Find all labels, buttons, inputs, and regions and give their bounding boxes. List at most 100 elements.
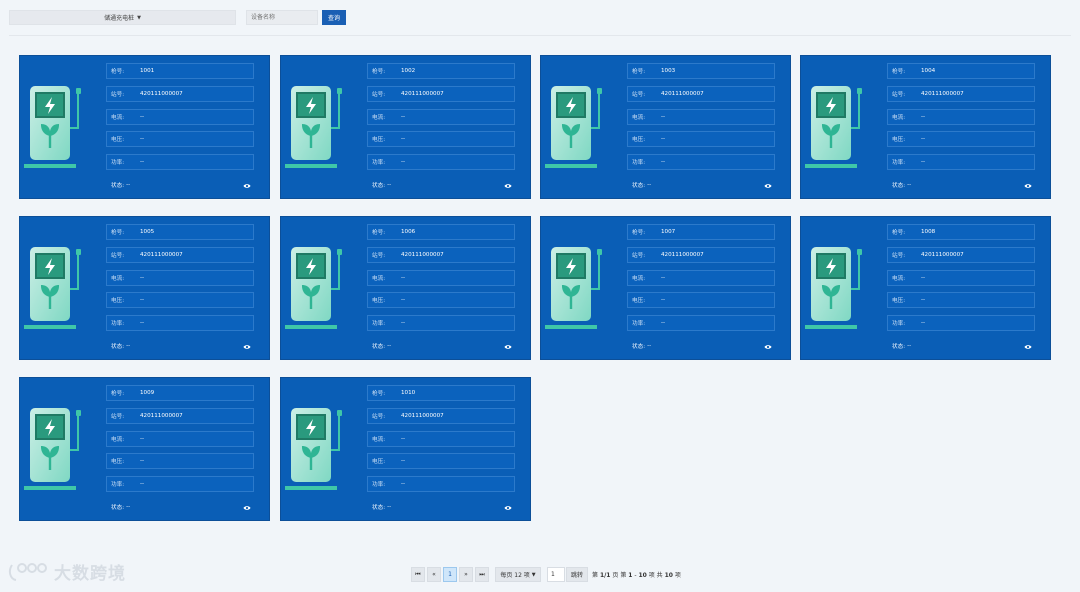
voltage-value: -- <box>140 136 145 143</box>
query-button[interactable]: 查询 <box>322 10 346 25</box>
jump-button[interactable]: 跳转 <box>566 567 588 582</box>
station-number-value: 420111000007 <box>401 412 444 419</box>
eye-icon[interactable] <box>243 505 251 511</box>
status-value: -- <box>387 342 392 349</box>
current-label: 电流: <box>632 275 646 282</box>
station-number-value: 420111000007 <box>401 90 444 97</box>
power-value: -- <box>140 320 145 327</box>
status-row: 状态: -- <box>367 338 515 354</box>
first-page-button[interactable]: ⏮ <box>411 567 425 582</box>
status-row: 状态: -- <box>106 499 254 515</box>
status-value: -- <box>126 342 131 349</box>
voltage-value: -- <box>401 297 406 304</box>
status-row: 状态: -- <box>106 338 254 354</box>
status-label: 状态: <box>632 182 646 189</box>
current-value: -- <box>401 274 406 281</box>
eye-icon[interactable] <box>243 183 251 189</box>
gun-number-value: 1008 <box>921 229 936 235</box>
station-number-row: 站号: 420111000007 <box>367 246 515 263</box>
gun-number-label: 枪号: <box>892 230 906 236</box>
status-label: 状态: <box>111 343 125 350</box>
prev-page-button[interactable]: « <box>427 567 441 582</box>
eye-icon[interactable] <box>1024 344 1032 350</box>
eye-icon[interactable] <box>764 183 772 189</box>
power-label: 功率: <box>111 482 125 489</box>
charging-card: 枪号: 1005 站号: 420111000007 电流: -- 电压: -- … <box>19 216 270 360</box>
group-select-value: 储通充电桩 <box>104 15 135 22</box>
gun-number-value: 1003 <box>661 68 676 74</box>
status-row: 状态: -- <box>106 177 254 193</box>
gun-number-row: 枪号: 1005 <box>106 224 254 240</box>
card-fields: 枪号: 1007 站号: 420111000007 电流: -- 电压: -- … <box>627 224 775 361</box>
current-value: -- <box>401 435 406 442</box>
range-separator: - <box>634 572 637 579</box>
power-row: 功率: -- <box>106 315 254 332</box>
voltage-label: 电压: <box>632 298 646 305</box>
watermark: 大数跨境 <box>8 559 126 584</box>
charging-card: 枪号: 1009 站号: 420111000007 电流: -- 电压: -- … <box>19 377 270 521</box>
gun-number-row: 枪号: 1004 <box>887 63 1035 79</box>
current-row: 电流: -- <box>887 108 1035 125</box>
voltage-label: 电压: <box>111 298 125 305</box>
eye-icon[interactable] <box>243 344 251 350</box>
station-number-label: 站号: <box>372 252 386 259</box>
power-row: 功率: -- <box>367 476 515 493</box>
eye-icon[interactable] <box>764 344 772 350</box>
status-value: -- <box>387 503 392 510</box>
gun-number-row: 枪号: 1008 <box>887 224 1035 240</box>
page-info: 第 1/1 页 第 1 - 10 项 共 10 项 <box>592 570 681 579</box>
power-row: 功率: -- <box>887 315 1035 332</box>
gun-number-value: 1005 <box>140 229 155 235</box>
station-number-label: 站号: <box>632 91 646 98</box>
station-number-value: 420111000007 <box>661 90 704 97</box>
current-row: 电流: -- <box>106 108 254 125</box>
charging-pile-icon <box>805 247 862 329</box>
page-info-mid: 页 第 <box>612 572 627 579</box>
status-label: 状态: <box>372 504 386 511</box>
eye-icon[interactable] <box>504 183 512 189</box>
station-number-row: 站号: 420111000007 <box>106 246 254 263</box>
current-label: 电流: <box>111 114 125 121</box>
current-label: 电流: <box>372 275 386 282</box>
status-label: 状态: <box>892 343 906 350</box>
gun-number-value: 1010 <box>401 390 416 396</box>
power-label: 功率: <box>632 160 646 167</box>
power-value: -- <box>921 320 926 327</box>
current-label: 电流: <box>892 114 906 121</box>
page-1-button[interactable]: 1 <box>443 567 457 582</box>
station-number-value: 420111000007 <box>661 251 704 258</box>
range-start: 1 <box>628 572 633 579</box>
last-page-button[interactable]: ⏭ <box>475 567 489 582</box>
voltage-row: 电压: -- <box>367 131 515 148</box>
device-name-search-input[interactable] <box>246 10 318 25</box>
eye-icon[interactable] <box>1024 183 1032 189</box>
gun-number-row: 枪号: 1007 <box>627 224 775 240</box>
status-row: 状态: -- <box>887 177 1035 193</box>
voltage-label: 电压: <box>372 137 386 144</box>
next-page-button[interactable]: » <box>459 567 473 582</box>
voltage-label: 电压: <box>632 137 646 144</box>
status-label: 状态: <box>111 504 125 511</box>
charging-card: 枪号: 1001 站号: 420111000007 电流: -- 电压: -- … <box>19 55 270 199</box>
page-info-prefix: 第 <box>592 572 599 579</box>
gun-number-row: 枪号: 1006 <box>367 224 515 240</box>
voltage-value: -- <box>401 136 406 143</box>
jump-page-input[interactable]: 1 <box>547 567 565 582</box>
status-label: 状态: <box>892 182 906 189</box>
status-value: -- <box>126 181 131 188</box>
gun-number-value: 1007 <box>661 229 676 235</box>
page-size-select[interactable]: 每页 12 项 ▼ <box>495 567 541 582</box>
voltage-row: 电压: -- <box>627 292 775 309</box>
status-row: 状态: -- <box>627 338 775 354</box>
voltage-label: 电压: <box>111 137 125 144</box>
voltage-label: 电压: <box>892 298 906 305</box>
eye-icon[interactable] <box>504 344 512 350</box>
charging-pile-icon <box>285 247 342 329</box>
group-select[interactable]: 储通充电桩 ▼ <box>9 10 236 25</box>
gun-number-row: 枪号: 1003 <box>627 63 775 79</box>
station-number-row: 站号: 420111000007 <box>106 407 254 424</box>
station-number-row: 站号: 420111000007 <box>887 85 1035 102</box>
current-row: 电流: -- <box>887 269 1035 286</box>
voltage-row: 电压: -- <box>367 292 515 309</box>
eye-icon[interactable] <box>504 505 512 511</box>
